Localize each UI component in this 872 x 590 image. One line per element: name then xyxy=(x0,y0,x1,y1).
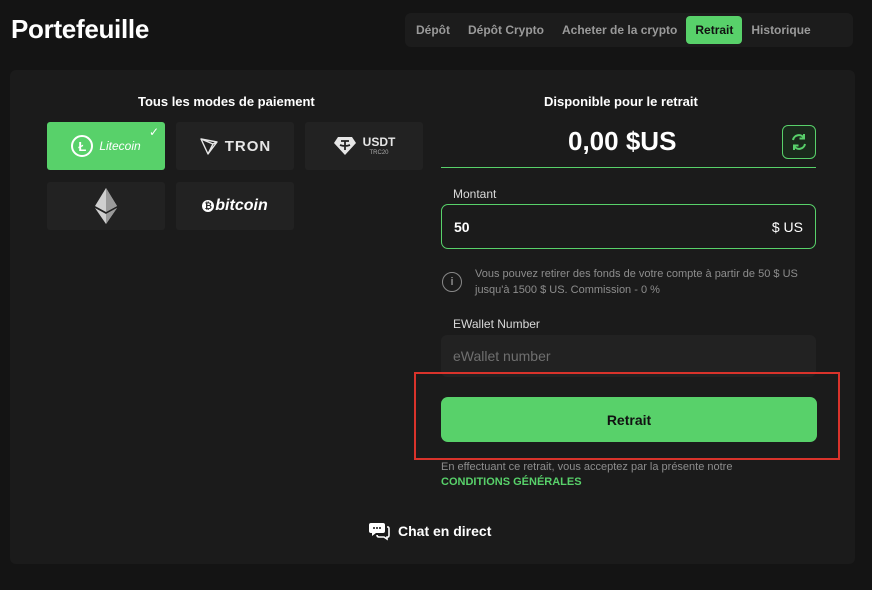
tron-logo: TRON xyxy=(199,136,272,156)
live-chat-label: Chat en direct xyxy=(398,523,492,539)
payment-method-bitcoin[interactable]: ₿ bitcoin xyxy=(176,182,294,230)
tether-icon xyxy=(333,137,356,155)
live-chat-button[interactable]: Chat en direct xyxy=(368,521,491,541)
payment-method-usdt[interactable]: USDT TRC20 xyxy=(305,122,423,170)
bitcoin-logo: ₿ bitcoin xyxy=(202,197,268,215)
amount-label: Montant xyxy=(453,187,497,201)
available-balance: 0,00 $US xyxy=(568,126,677,156)
tron-label: TRON xyxy=(224,137,272,155)
usdt-label: USDT xyxy=(362,135,396,149)
tab-history[interactable]: Historique xyxy=(742,16,819,44)
tab-crypto-deposit[interactable]: Dépôt Crypto xyxy=(459,16,553,44)
terms-notice: En effectuant ce retrait, vous acceptez … xyxy=(441,461,733,473)
tab-deposit[interactable]: Dépôt xyxy=(407,16,459,44)
litecoin-logo: Ł Litecoin xyxy=(71,135,141,157)
tron-icon xyxy=(200,138,218,155)
ethereum-icon xyxy=(95,188,117,224)
ewallet-label: EWallet Number xyxy=(453,317,540,331)
chat-icon xyxy=(369,523,390,541)
refresh-balance-button[interactable] xyxy=(782,125,816,159)
checkmark-icon: ✓ xyxy=(148,125,159,139)
payment-methods-title: Tous les modes de paiement xyxy=(138,94,315,109)
bitcoin-icon: ₿ xyxy=(202,200,215,212)
wallet-tabs: Dépôt Dépôt Crypto Acheter de la crypto … xyxy=(405,13,853,47)
balance-divider xyxy=(441,167,816,168)
terms-link[interactable]: CONDITIONS GÉNÉRALES xyxy=(441,476,582,488)
litecoin-label: Litecoin xyxy=(99,139,141,153)
ewallet-number-input[interactable] xyxy=(441,335,816,377)
usdt-logo: USDT TRC20 xyxy=(333,135,396,156)
withdraw-limits-info: Vous pouvez retirer des fonds de votre c… xyxy=(475,268,798,296)
page-title: Portefeuille xyxy=(11,14,149,44)
usdt-network-label: TRC20 xyxy=(369,150,389,156)
info-icon: i xyxy=(442,272,462,292)
withdraw-button[interactable]: Retrait xyxy=(441,397,817,442)
bitcoin-label: bitcoin xyxy=(215,197,268,214)
payment-method-tron[interactable]: TRON xyxy=(176,122,294,170)
tab-withdraw[interactable]: Retrait xyxy=(686,16,743,44)
litecoin-icon: Ł xyxy=(71,135,94,157)
amount-input[interactable]: 50 $ US xyxy=(441,204,816,249)
payment-method-litecoin[interactable]: ✓ Ł Litecoin xyxy=(47,122,165,170)
tab-buy-crypto[interactable]: Acheter de la crypto xyxy=(553,16,686,44)
amount-currency: $ US xyxy=(771,219,803,235)
payment-method-ethereum[interactable] xyxy=(47,182,165,230)
amount-value: 50 xyxy=(454,219,470,235)
refresh-icon xyxy=(792,134,806,150)
available-title: Disponible pour le retrait xyxy=(544,94,698,109)
